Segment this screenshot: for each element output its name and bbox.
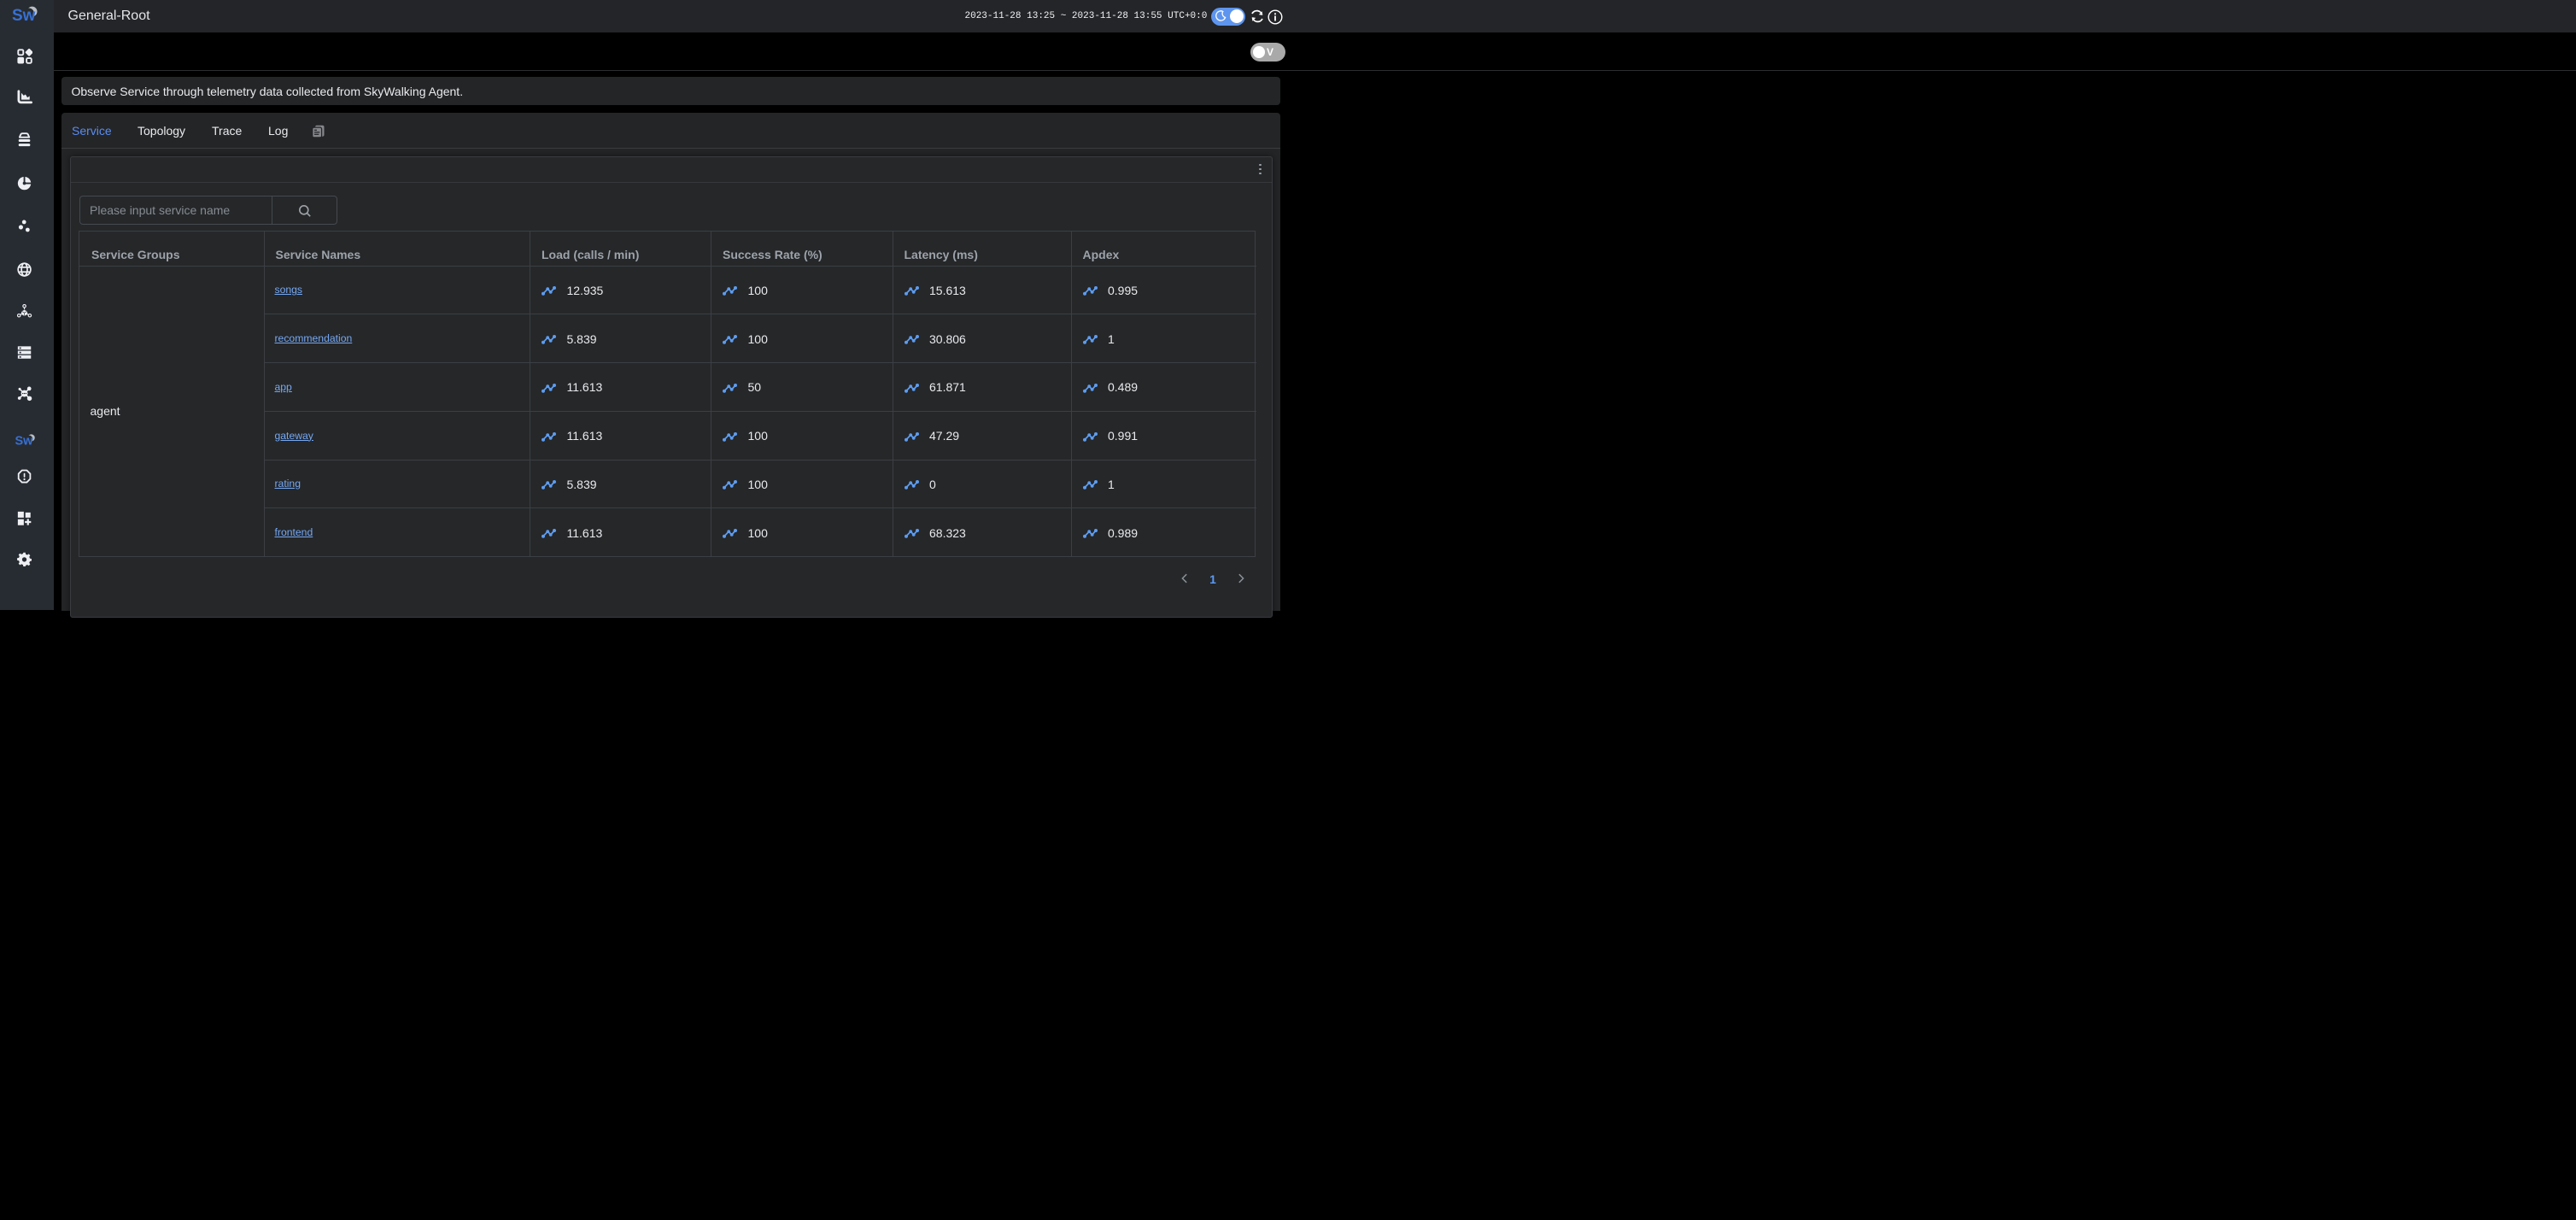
svg-text:Sw: Sw: [12, 7, 36, 24]
svg-text:Sw: Sw: [15, 435, 34, 447]
